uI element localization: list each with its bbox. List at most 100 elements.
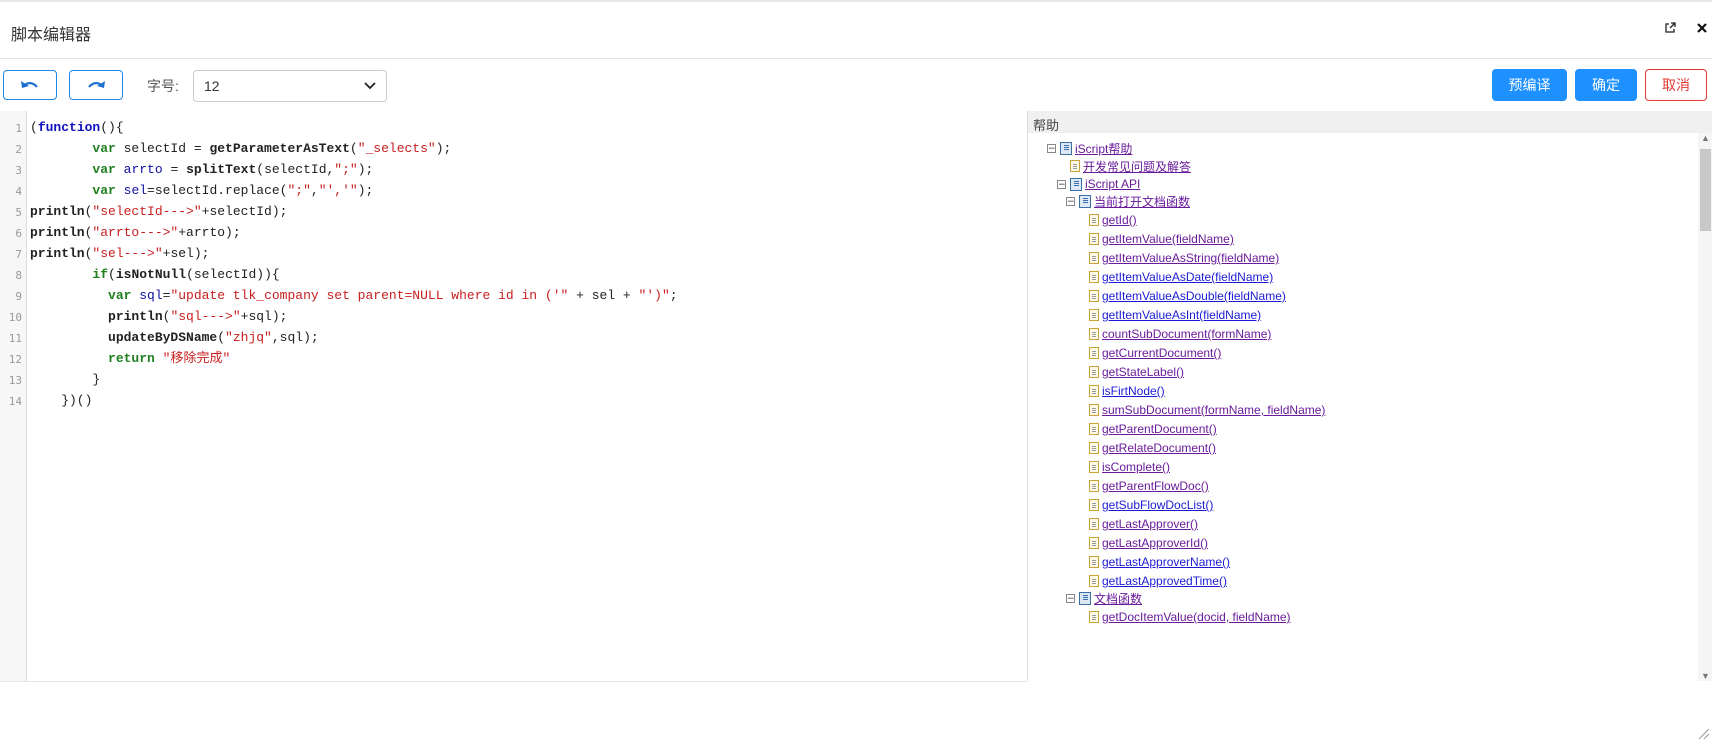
tree-label[interactable]: getStateLabel() bbox=[1102, 365, 1184, 379]
code-line: if(isNotNull(selectId)){ bbox=[92, 267, 280, 282]
tree-label[interactable]: 当前打开文档函数 bbox=[1094, 193, 1190, 210]
tree-label[interactable]: getParentFlowDoc() bbox=[1102, 479, 1209, 493]
tree-node-root[interactable]: − iScript帮助 bbox=[1047, 139, 1132, 157]
code-line: })() bbox=[30, 393, 93, 408]
tree-label[interactable]: getDocItemValue(docid, fieldName) bbox=[1102, 610, 1291, 624]
code-line: return "移除完成" bbox=[108, 351, 231, 366]
document-icon bbox=[1089, 499, 1099, 511]
tree-node-function[interactable]: getItemValueAsDouble(fieldName) bbox=[1089, 287, 1286, 305]
tree-label[interactable]: getRelateDocument() bbox=[1102, 441, 1216, 455]
tree-label[interactable]: getItemValueAsDate(fieldName) bbox=[1102, 270, 1273, 284]
tree-node-function[interactable]: getDocItemValue(docid, fieldName) bbox=[1089, 608, 1291, 626]
tree-label[interactable]: isFirtNode() bbox=[1102, 384, 1165, 398]
document-icon bbox=[1089, 385, 1099, 397]
tree-node-function[interactable]: getLastApproverName() bbox=[1089, 553, 1230, 571]
code-line: updateByDSName("zhjq",sql); bbox=[108, 330, 319, 345]
document-icon bbox=[1089, 233, 1099, 245]
collapse-toggle-icon[interactable]: − bbox=[1066, 196, 1075, 206]
help-scrollbar[interactable]: ▲ ▼ bbox=[1698, 133, 1712, 681]
code-line: println("sql--->"+sql); bbox=[108, 309, 288, 324]
tree-node-function[interactable]: getLastApprovedTime() bbox=[1089, 572, 1227, 590]
scroll-down-arrow-icon[interactable]: ▼ bbox=[1701, 671, 1710, 681]
code-line: println("selectId--->"+selectId); bbox=[30, 204, 288, 219]
code-line: var arrto = splitText(selectId,";"); bbox=[92, 162, 374, 177]
font-size-select[interactable]: 12 bbox=[193, 70, 387, 102]
tree-node-function[interactable]: getParentDocument() bbox=[1089, 420, 1217, 438]
tree-label[interactable]: countSubDocument(formName) bbox=[1102, 327, 1271, 341]
collapse-toggle-icon[interactable]: − bbox=[1057, 179, 1066, 189]
scroll-up-arrow-icon[interactable]: ▲ bbox=[1701, 133, 1710, 143]
undo-button[interactable] bbox=[3, 70, 57, 100]
tree-label[interactable]: getCurrentDocument() bbox=[1102, 346, 1221, 360]
line-number: 4 bbox=[15, 185, 22, 198]
document-icon bbox=[1089, 537, 1099, 549]
tree-label[interactable]: getLastApprovedTime() bbox=[1102, 574, 1227, 588]
tree-node-function[interactable]: getRelateDocument() bbox=[1089, 439, 1216, 457]
dialog-title: 脚本编辑器 bbox=[11, 27, 92, 44]
tree-label[interactable]: getLastApprover() bbox=[1102, 517, 1198, 531]
collapse-toggle-icon[interactable]: − bbox=[1047, 143, 1056, 153]
help-tree: − iScript帮助 开发常见问题及解答 − iScript API − 当前… bbox=[1028, 133, 1698, 681]
tree-label[interactable]: getItemValueAsInt(fieldName) bbox=[1102, 308, 1261, 322]
tree-label[interactable]: iScript帮助 bbox=[1075, 140, 1132, 157]
tree-label[interactable]: getLastApproverId() bbox=[1102, 536, 1208, 550]
tree-label[interactable]: getParentDocument() bbox=[1102, 422, 1217, 436]
tree-node-function[interactable]: countSubDocument(formName) bbox=[1089, 325, 1271, 343]
resize-handle-icon[interactable] bbox=[1696, 726, 1710, 740]
line-number: 14 bbox=[8, 395, 22, 408]
maximize-icon[interactable] bbox=[1664, 22, 1676, 37]
tree-node-function[interactable]: getId() bbox=[1089, 211, 1137, 229]
chevron-down-icon bbox=[364, 82, 376, 90]
code-line: println("sel--->"+sel); bbox=[30, 246, 210, 261]
tree-node-function[interactable]: getItemValueAsString(fieldName) bbox=[1089, 249, 1279, 267]
tree-label[interactable]: 文档函数 bbox=[1094, 590, 1142, 607]
help-title: 帮助 bbox=[1033, 118, 1060, 133]
precompile-button[interactable]: 预编译 bbox=[1492, 69, 1567, 101]
close-icon[interactable] bbox=[1696, 22, 1708, 37]
tree-node-function[interactable]: getItemValueAsInt(fieldName) bbox=[1089, 306, 1261, 324]
scrollbar-thumb[interactable] bbox=[1700, 149, 1711, 231]
document-icon bbox=[1089, 214, 1099, 226]
tree-node-api[interactable]: − iScript API bbox=[1057, 175, 1140, 193]
tree-node-function[interactable]: getLastApprover() bbox=[1089, 515, 1198, 533]
tree-label[interactable]: getId() bbox=[1102, 213, 1137, 227]
tree-label[interactable]: getSubFlowDocList() bbox=[1102, 498, 1213, 512]
code-content[interactable]: (function(){ var selectId = getParameter… bbox=[30, 117, 678, 411]
document-icon bbox=[1089, 461, 1099, 473]
tree-label[interactable]: getItemValueAsDouble(fieldName) bbox=[1102, 289, 1286, 303]
book-icon bbox=[1079, 194, 1091, 208]
tree-node-function[interactable]: getStateLabel() bbox=[1089, 363, 1184, 381]
redo-icon bbox=[88, 81, 105, 88]
code-editor[interactable]: 1 2 3 4 5 6 7 8 9 10 11 12 13 14 (functi… bbox=[0, 111, 1027, 682]
tree-label[interactable]: getItemValue(fieldName) bbox=[1102, 232, 1234, 246]
document-icon bbox=[1089, 271, 1099, 283]
tree-label[interactable]: sumSubDocument(formName, fieldName) bbox=[1102, 403, 1325, 417]
tree-node-function[interactable]: getItemValueAsDate(fieldName) bbox=[1089, 268, 1273, 286]
tree-node-group2[interactable]: − 文档函数 bbox=[1066, 589, 1142, 607]
redo-button[interactable] bbox=[69, 70, 123, 100]
document-icon bbox=[1070, 160, 1080, 172]
editor-toolbar: 字号: 12 预编译 确定 取消 bbox=[0, 59, 1712, 111]
tree-node-function[interactable]: getSubFlowDocList() bbox=[1089, 496, 1213, 514]
tree-node-function[interactable]: getLastApproverId() bbox=[1089, 534, 1208, 552]
tree-node-function[interactable]: getCurrentDocument() bbox=[1089, 344, 1221, 362]
tree-node-function[interactable]: getParentFlowDoc() bbox=[1089, 477, 1209, 495]
line-number: 11 bbox=[8, 332, 22, 345]
collapse-toggle-icon[interactable]: − bbox=[1066, 593, 1075, 603]
code-line: } bbox=[30, 372, 101, 387]
tree-node-faq[interactable]: 开发常见问题及解答 bbox=[1070, 157, 1191, 175]
tree-node-function[interactable]: isFirtNode() bbox=[1089, 382, 1165, 400]
tree-label[interactable]: getItemValueAsString(fieldName) bbox=[1102, 251, 1279, 265]
confirm-button[interactable]: 确定 bbox=[1575, 69, 1637, 101]
cancel-button[interactable]: 取消 bbox=[1645, 69, 1707, 101]
tree-node-function[interactable]: getItemValue(fieldName) bbox=[1089, 230, 1234, 248]
tree-label[interactable]: isComplete() bbox=[1102, 460, 1170, 474]
tree-node-function[interactable]: sumSubDocument(formName, fieldName) bbox=[1089, 401, 1325, 419]
line-number: 7 bbox=[15, 248, 22, 261]
tree-node-function[interactable]: isComplete() bbox=[1089, 458, 1170, 476]
tree-label[interactable]: getLastApproverName() bbox=[1102, 555, 1230, 569]
document-icon bbox=[1089, 442, 1099, 454]
tree-node-group1[interactable]: − 当前打开文档函数 bbox=[1066, 192, 1190, 210]
tree-label[interactable]: 开发常见问题及解答 bbox=[1083, 158, 1191, 175]
tree-label[interactable]: iScript API bbox=[1085, 177, 1140, 191]
